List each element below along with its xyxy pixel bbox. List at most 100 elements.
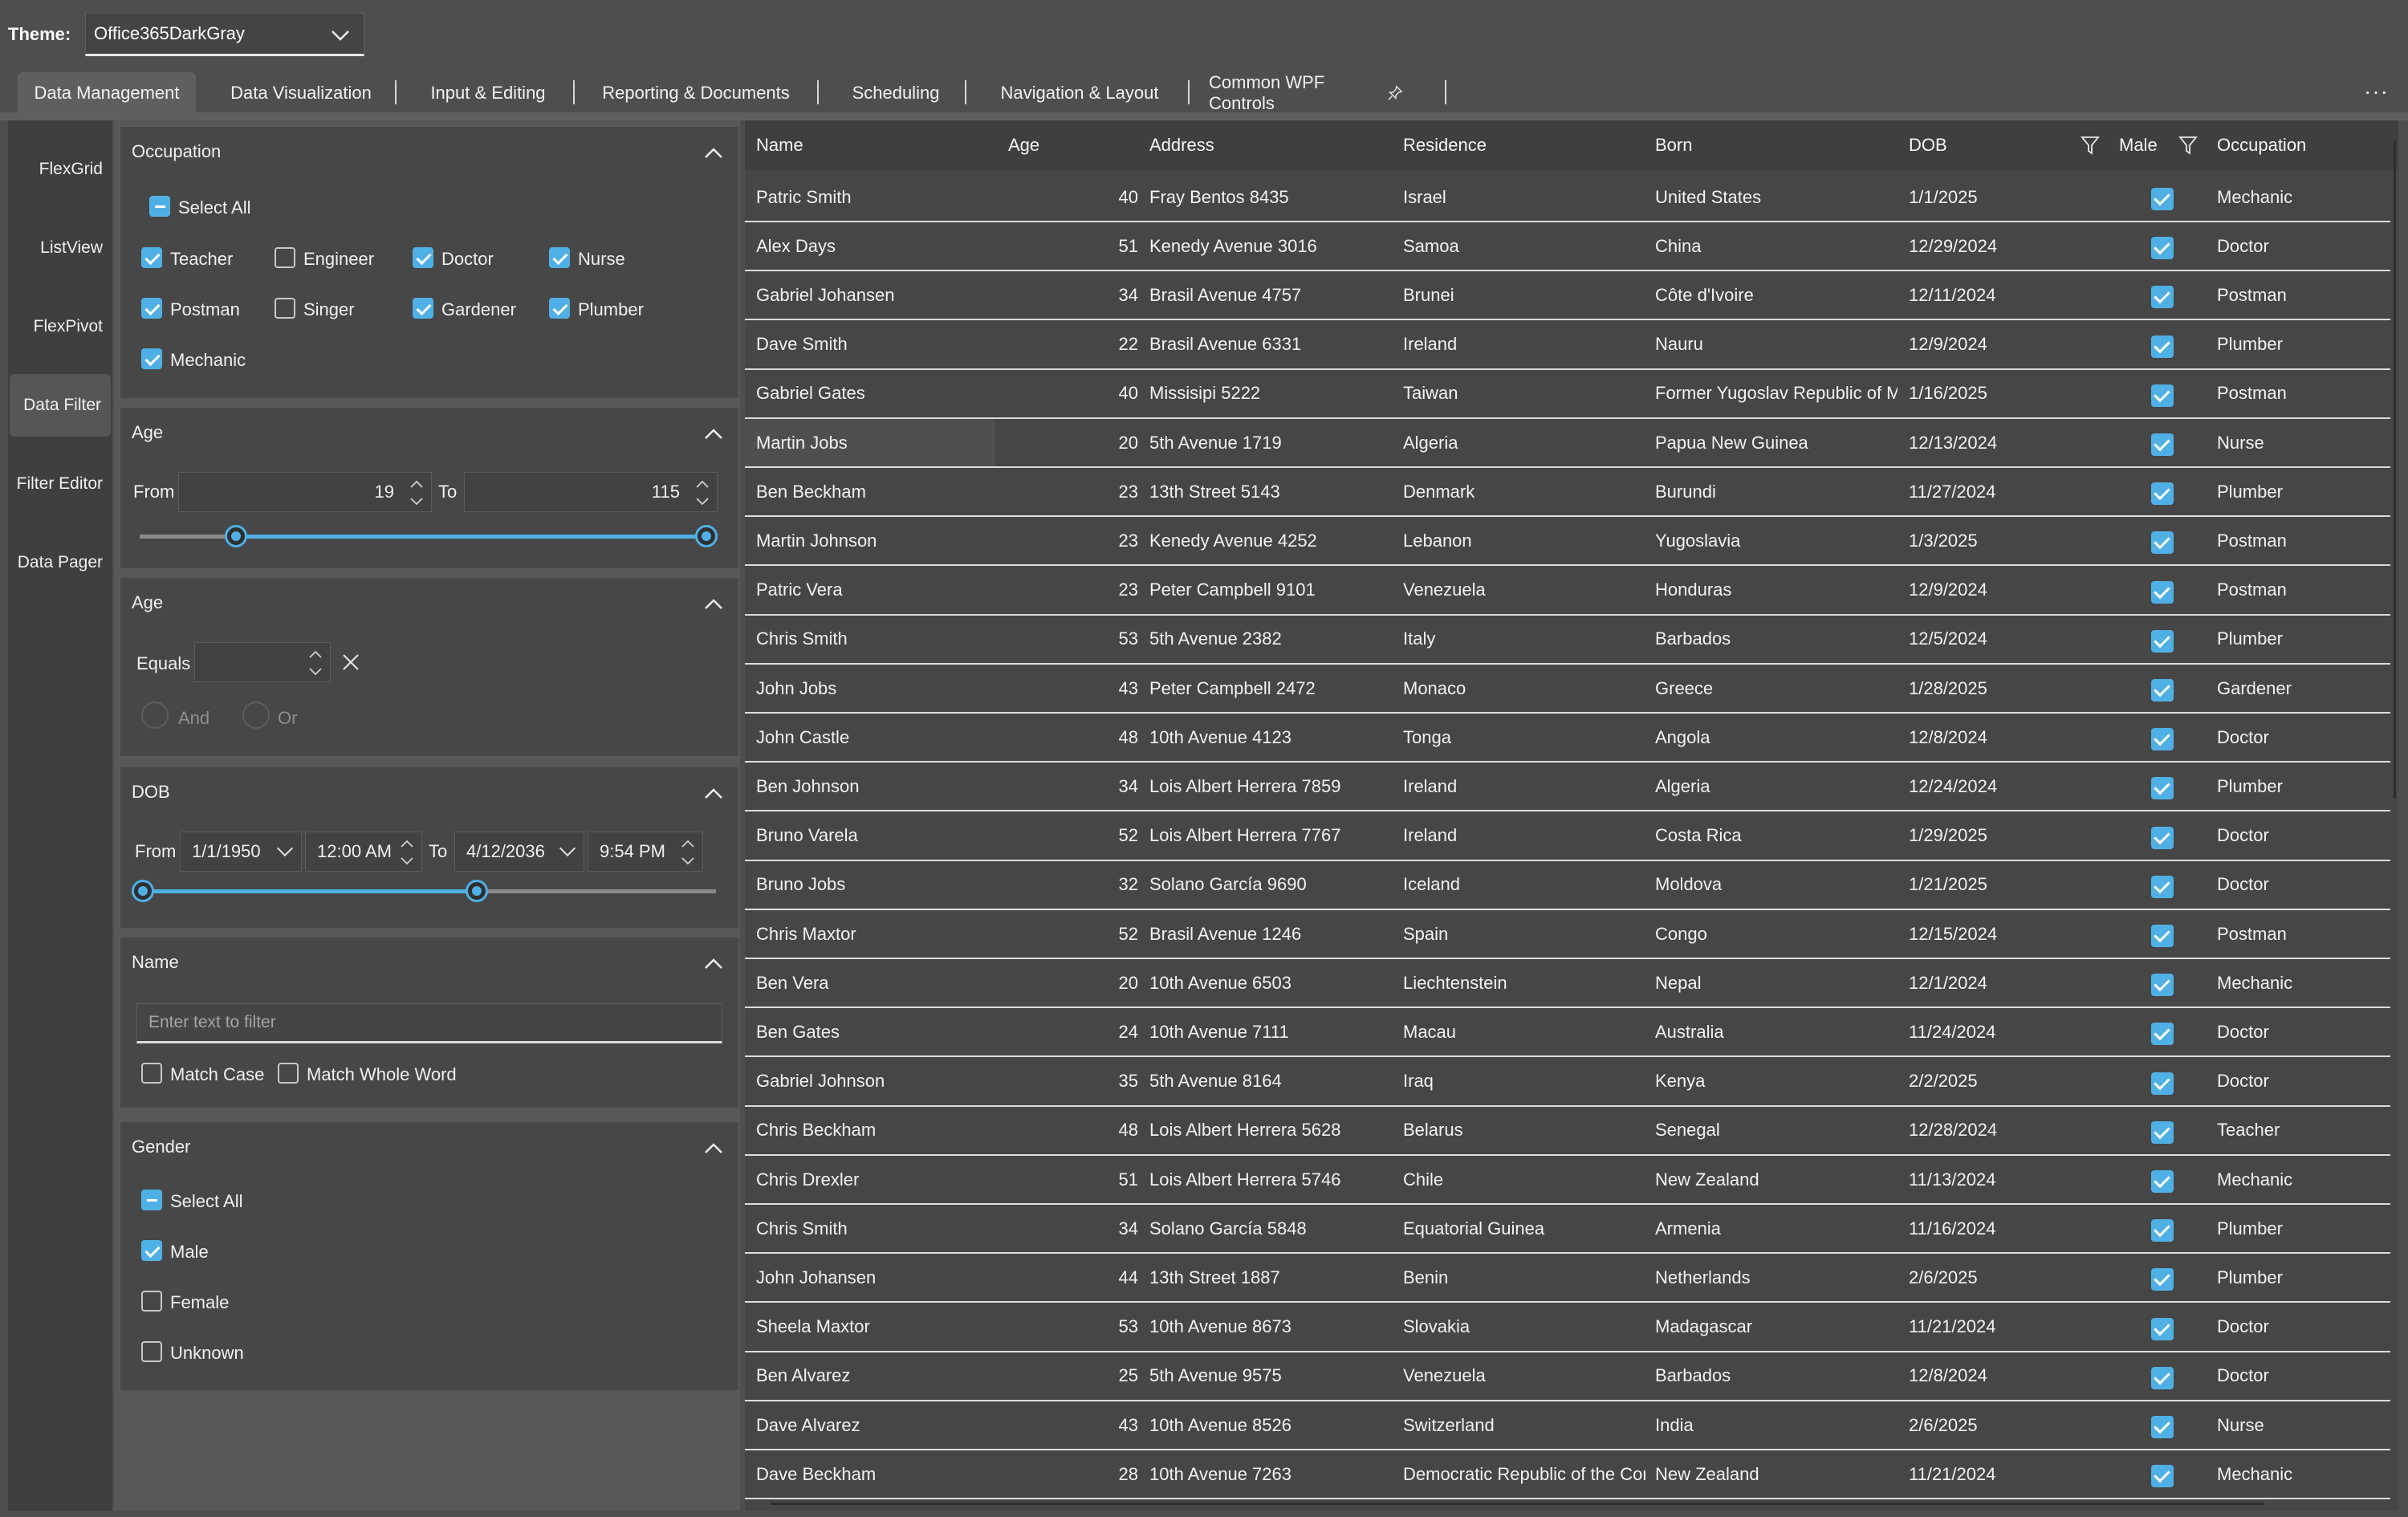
occupation-teacher-checkbox[interactable] [141,247,162,268]
match-case-checkbox[interactable] [141,1063,162,1084]
cell-born[interactable]: United States [1655,173,1898,221]
cell-residence[interactable]: Tonga [1403,714,1645,761]
cell-occupation[interactable]: Doctor [2217,812,2408,860]
filter-icon[interactable] [2081,135,2100,156]
male-checkbox[interactable] [2151,237,2174,260]
cell-address[interactable]: 5th Avenue 9575 [1149,1352,1390,1400]
cell-dob[interactable]: 12/11/2024 [1909,271,2150,319]
cell-dob[interactable]: 11/24/2024 [1909,1008,2150,1055]
cell-occupation[interactable]: Doctor [2217,861,2408,909]
cell-occupation[interactable]: Doctor [2217,1303,2408,1351]
occupation-nurse-checkbox[interactable] [549,247,570,268]
column-header-occupation[interactable]: Occupation [2217,120,2306,170]
male-checkbox[interactable] [2151,826,2174,849]
tab-reporting-documents[interactable]: Reporting & Documents [596,72,796,114]
cell-address[interactable]: Peter Campbell 2472 [1149,665,1390,712]
cell-occupation[interactable]: Mechanic [2217,173,2408,221]
male-checkbox[interactable] [2151,1023,2174,1046]
cell-residence[interactable]: Samoa [1403,222,1645,270]
cell-occupation[interactable]: Postman [2217,567,2408,614]
pin-icon[interactable] [1387,84,1403,102]
cell-name[interactable]: Gabriel Johnson [745,1058,995,1105]
cell-address[interactable]: 10th Avenue 7263 [1149,1450,1390,1498]
cell-residence[interactable]: Brunei [1403,271,1645,319]
gender-unknown-checkbox[interactable] [141,1341,162,1362]
table-row[interactable]: John Johansen 44 13th Street 1887 Benin Neth… [745,1254,2390,1303]
cell-address[interactable]: 10th Avenue 4123 [1149,714,1390,761]
cell-address[interactable]: 10th Avenue 8526 [1149,1401,1390,1449]
male-checkbox[interactable] [2151,1072,2174,1095]
cell-age[interactable]: 34 [995,763,1138,810]
cell-residence[interactable]: Israel [1403,173,1645,221]
male-checkbox[interactable] [2151,531,2174,555]
cell-occupation[interactable]: Postman [2217,370,2408,417]
cell-residence[interactable]: Iraq [1403,1058,1645,1105]
cell-dob[interactable]: 12/5/2024 [1909,616,2150,663]
cell-occupation[interactable]: Doctor [2217,222,2408,270]
spinner-icon[interactable] [678,836,698,869]
filter-icon[interactable] [2178,135,2198,156]
table-row[interactable]: Martin Jobs 20 5th Avenue 1719 Algeria Papua… [745,419,2390,468]
cell-age[interactable]: 48 [995,1107,1138,1154]
age-slider-max-thumb[interactable] [695,525,718,547]
cell-address[interactable]: Lois Albert Herrera 5628 [1149,1107,1390,1154]
cell-born[interactable]: Nauru [1655,321,1898,368]
age-from-input[interactable]: 19 [178,472,432,512]
cell-age[interactable]: 40 [995,173,1138,221]
male-checkbox[interactable] [2151,728,2174,751]
age-slider-min-thumb[interactable] [225,525,247,547]
occupation-singer-checkbox[interactable] [275,298,295,319]
cell-address[interactable]: Solano García 5848 [1149,1205,1390,1252]
cell-born[interactable]: Australia [1655,1008,1898,1055]
cell-dob[interactable]: 2/6/2025 [1909,1254,2150,1301]
cell-age[interactable]: 22 [995,321,1138,368]
chevron-up-icon[interactable] [702,592,726,616]
cell-address[interactable]: 10th Avenue 6503 [1149,959,1390,1007]
cell-residence[interactable]: Iceland [1403,861,1645,909]
cell-dob[interactable]: 12/8/2024 [1909,714,2150,761]
cell-address[interactable]: Fray Bentos 8435 [1149,173,1390,221]
cell-dob[interactable]: 12/29/2024 [1909,222,2150,270]
cell-age[interactable]: 44 [995,1254,1138,1301]
male-checkbox[interactable] [2151,580,2174,604]
cell-born[interactable]: New Zealand [1655,1450,1898,1498]
cell-name[interactable]: Ben Vera [745,959,995,1007]
cell-residence[interactable]: Lebanon [1403,517,1645,564]
column-header-age[interactable]: Age [1008,120,1039,170]
cell-occupation[interactable]: Doctor [2217,714,2408,761]
spinner-icon[interactable] [407,476,426,510]
cell-born[interactable]: Yugoslavia [1655,517,1898,564]
cell-age[interactable]: 53 [995,1303,1138,1351]
dob-from-date-input[interactable]: 1/1/1950 [180,832,302,872]
cell-address[interactable]: Brasil Avenue 4757 [1149,271,1390,319]
male-checkbox[interactable] [2151,1465,2174,1488]
cell-address[interactable]: Lois Albert Herrera 7767 [1149,812,1390,860]
occupation-plumber-checkbox[interactable] [549,298,570,319]
male-checkbox[interactable] [2151,433,2174,456]
cell-dob[interactable]: 11/21/2024 [1909,1450,2150,1498]
cell-occupation[interactable]: Mechanic [2217,959,2408,1007]
cell-residence[interactable]: Taiwan [1403,370,1645,417]
cell-residence[interactable]: Slovakia [1403,1303,1645,1351]
cell-dob[interactable]: 1/3/2025 [1909,517,2150,564]
male-checkbox[interactable] [2151,875,2174,898]
occupation-mechanic-checkbox[interactable] [141,348,162,369]
cell-occupation[interactable]: Nurse [2217,419,2408,466]
cell-born[interactable]: India [1655,1401,1898,1449]
male-checkbox[interactable] [2151,925,2174,947]
gender-male-checkbox[interactable] [141,1240,162,1261]
cell-residence[interactable]: Denmark [1403,468,1645,515]
occupation-engineer-checkbox[interactable] [275,247,295,268]
cell-address[interactable]: 5th Avenue 8164 [1149,1058,1390,1105]
table-row[interactable]: Ben Gates 24 10th Avenue 7111 Macau Australi… [745,1008,2390,1058]
table-row[interactable]: Chris Maxtor 52 Brasil Avenue 1246 Spain Con… [745,910,2390,959]
cell-name[interactable]: Ben Johnson [745,763,995,810]
chevron-down-icon[interactable] [556,840,579,863]
cell-dob[interactable]: 1/29/2025 [1909,812,2150,860]
chevron-up-icon[interactable] [702,422,726,446]
cell-address[interactable]: Kenedy Avenue 4252 [1149,517,1390,564]
cell-age[interactable]: 32 [995,861,1138,909]
cell-name[interactable]: Alex Days [745,222,995,270]
cell-dob[interactable]: 1/16/2025 [1909,370,2150,417]
or-radio[interactable] [242,702,270,729]
